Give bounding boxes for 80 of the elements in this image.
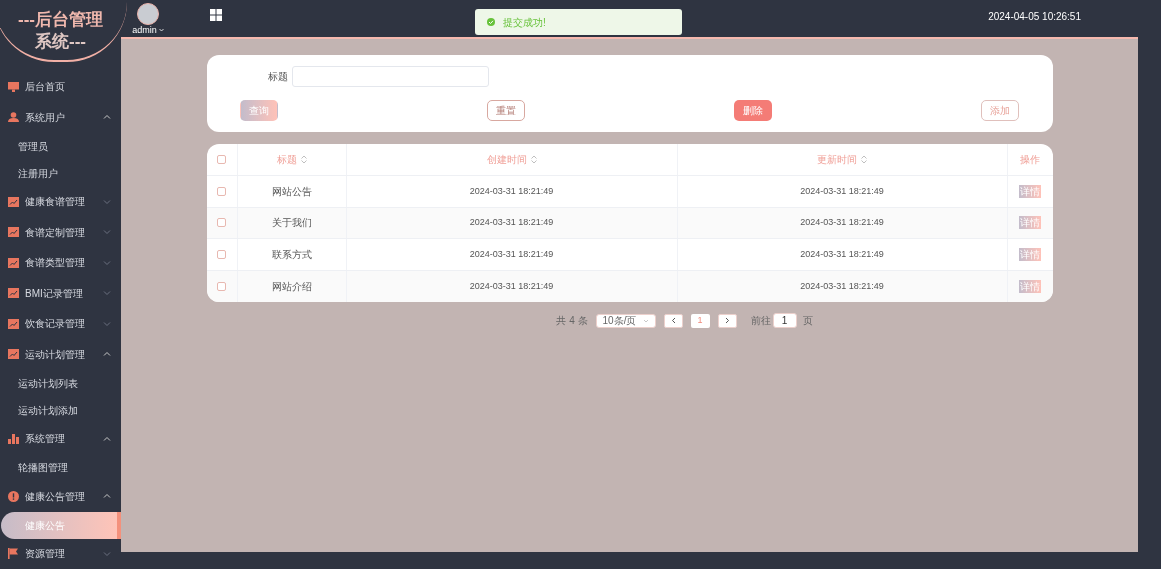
chevron-left-icon [670,317,676,324]
avatar-icon[interactable] [137,2,159,25]
total-count: 共 4 条 [556,314,588,328]
chevron-down-icon [103,319,111,328]
chevron-down-icon [103,197,111,206]
chevron-right-icon [724,317,730,324]
user-menu[interactable]: admin [132,24,157,35]
menu-item[interactable]: 资源管理 [0,538,121,569]
table-cell-text: 2024-03-31 18:21:49 [469,216,554,229]
checkbox[interactable] [217,281,226,291]
table-cell: 2024-03-31 18:21:49 [469,247,554,261]
chart-icon [8,318,19,329]
chart-icon [8,288,19,299]
chart-icon [8,257,19,268]
page-input[interactable]: 1 [772,313,797,328]
bar-chart-icon [8,433,19,444]
chevron-up-icon [103,492,111,501]
logo-title: ---后台管理 [18,8,103,31]
chevron-down-icon [642,317,649,324]
menu-item[interactable]: 系统管理 [0,423,121,454]
checkbox[interactable] [217,155,226,164]
submenu-item[interactable]: 轮播图管理 [0,454,121,481]
table-cell: 2024-03-31 18:21:49 [800,279,884,293]
chart-icon [8,196,19,207]
chevron-up-icon [103,113,111,122]
table-cell-text: 网站介绍 [271,279,312,294]
chevron-down-icon[interactable] [158,27,164,32]
menu-item[interactable]: 食谱类型管理 [0,247,121,278]
goto-label: 前往 [750,314,771,328]
previous-page-button[interactable] [663,313,683,328]
chevron-down-icon [103,258,111,267]
title-input[interactable] [291,66,489,87]
checkbox[interactable] [217,249,226,259]
table-cell: 2024-03-31 18:21:49 [800,247,884,261]
chevron-down-icon [103,549,111,558]
menu-item[interactable]: 健康公告管理 [0,481,121,512]
flag-icon [8,548,19,560]
menu-item[interactable]: 系统用户 [0,102,121,133]
alert-icon [8,490,19,502]
submenu-item[interactable]: 运动计划列表 [0,369,121,397]
datetime: 2024-04-05 10:26:51 [988,10,1081,24]
chart-icon [8,227,19,238]
menu-item[interactable]: 后台首页 [0,71,121,102]
chevron-down-icon [103,289,111,298]
menu-item[interactable]: BMI记录管理 [0,278,121,309]
menu-item[interactable]: 饮食记录管理 [0,308,121,339]
checkbox[interactable] [217,218,226,228]
toast-message: 提交成功! [503,15,546,30]
menu-item[interactable]: 食谱定制管理 [0,217,121,248]
success-icon [487,18,495,26]
menu-item[interactable]: 健康食谱管理 [0,186,121,217]
submenu-item[interactable]: 管理员 [0,132,121,160]
table-cell-text: 网站公告 [271,184,312,199]
checkbox[interactable] [217,186,226,196]
submenu-item[interactable]: 运动计划添加 [0,396,121,424]
menu-item[interactable]: 运动计划管理 [0,339,121,370]
user-icon [8,112,19,123]
reset-button[interactable]: 重置 [486,100,525,121]
sort-icon[interactable] [861,155,867,164]
submenu-item[interactable]: 注册用户 [0,159,121,187]
next-page-button[interactable] [717,313,737,328]
chart-icon [8,349,19,360]
chevron-up-icon [103,350,111,359]
table-cell-text: 2024-03-31 18:21:49 [800,216,884,229]
page-suffix: 页 [802,314,813,328]
grid-menu-icon[interactable] [210,8,222,21]
monitor-icon [8,81,19,92]
chevron-down-icon [103,228,111,237]
field-label: 标题 [267,70,288,84]
table-cell: 2024-03-31 18:21:49 [469,279,554,293]
sort-icon[interactable] [300,155,307,164]
logo-title: 系统--- [35,30,86,53]
table-cell-text: 关于我们 [271,216,312,231]
page-size-select[interactable]: 10条/页 [595,313,656,328]
table-cell: 2024-03-31 18:21:49 [800,184,884,198]
table-cell: 2024-03-31 18:21:49 [469,184,554,198]
table-cell-text: 联系方式 [271,247,312,262]
column-header: 操作 [1020,153,1040,167]
sort-icon[interactable] [530,155,537,164]
chevron-up-icon [103,434,111,443]
